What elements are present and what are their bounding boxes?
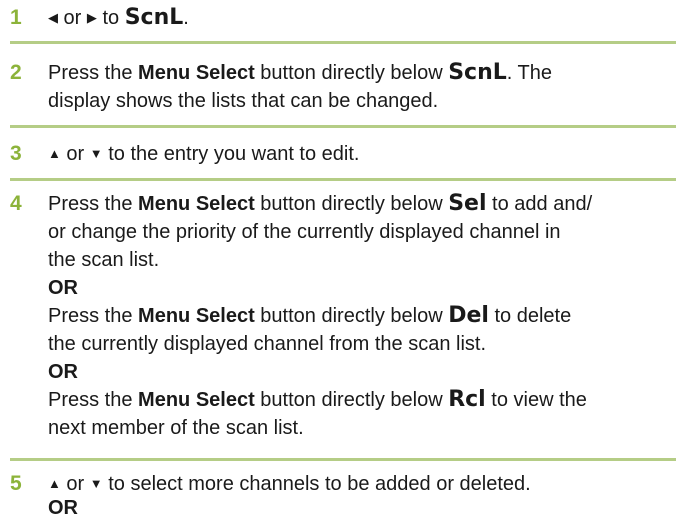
step-4-line-9: next member of the scan list. <box>48 417 304 439</box>
step-1: 1 ◀ or ▶ to ScnL. <box>0 4 197 32</box>
step-1-text: ◀ or ▶ to ScnL. <box>48 5 189 30</box>
step-2-line-1: Press the Menu Select button directly be… <box>48 60 552 85</box>
menu-select-label: Menu Select <box>138 389 255 411</box>
menu-select-label: Menu Select <box>138 62 255 84</box>
step-4-line-1: Press the Menu Select button directly be… <box>48 191 593 216</box>
divider <box>10 41 676 44</box>
step-4-line-6: the currently displayed channel from the… <box>48 333 486 355</box>
or-label: OR <box>48 497 78 519</box>
display-label-scnl: ScnL <box>124 5 184 30</box>
right-arrow-icon: ▶ <box>86 10 97 25</box>
step-number: 3 <box>10 142 22 165</box>
step-5-line-1: ▲ or ▼ to select more channels to be add… <box>48 470 531 498</box>
step-number: 5 <box>10 472 22 495</box>
menu-select-label: Menu Select <box>138 193 255 215</box>
step-4-line-2: or change the priority of the currently … <box>48 221 561 243</box>
divider <box>10 458 676 461</box>
step-number: 4 <box>10 192 22 215</box>
step-2-line-2: display shows the lists that can be chan… <box>48 90 439 112</box>
down-arrow-icon: ▼ <box>89 146 103 161</box>
or-label: OR <box>48 277 78 299</box>
step-3-text: ▲ or ▼ to the entry you want to edit. <box>48 140 359 168</box>
step-4-line-5: Press the Menu Select button directly be… <box>48 303 572 328</box>
step-4: 4 Press the Menu Select button directly … <box>0 190 600 442</box>
left-arrow-icon: ◀ <box>48 10 58 25</box>
divider <box>10 178 676 181</box>
step-5: 5 ▲ or ▼ to select more channels to be a… <box>0 470 539 518</box>
step-2: 2 Press the Menu Select button directly … <box>0 59 560 115</box>
step-number: 1 <box>10 6 22 29</box>
down-arrow-icon: ▼ <box>89 476 103 491</box>
step-3: 3 ▲ or ▼ to the entry you want to edit. <box>0 140 367 168</box>
step-number: 2 <box>10 61 22 84</box>
step-4-line-8: Press the Menu Select button directly be… <box>48 387 587 412</box>
display-label-sel: Sel <box>448 191 487 216</box>
or-label: OR <box>48 361 78 383</box>
display-label-del: Del <box>448 303 489 328</box>
up-arrow-icon: ▲ <box>48 146 61 161</box>
display-label-scnl: ScnL <box>448 60 507 85</box>
step-4-line-3: the scan list. <box>48 249 160 271</box>
divider <box>10 125 676 128</box>
display-label-rcl: Rcl <box>448 387 486 412</box>
menu-select-label: Menu Select <box>138 305 255 327</box>
up-arrow-icon: ▲ <box>48 476 61 491</box>
